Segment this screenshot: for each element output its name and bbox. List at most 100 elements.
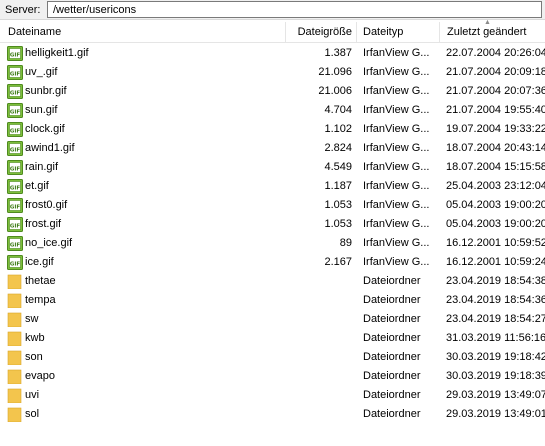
file-row[interactable]: GIF no_ice.gif 89 IrfanView G... 16.12.2001 … [0,234,545,253]
column-header-filetype[interactable]: Dateityp [357,22,440,42]
server-label: Server: [5,4,41,16]
folder-row[interactable]: thetae Dateiordner 23.04.2019 18:54:38 [0,272,545,291]
folder-icon [7,312,23,328]
file-type: Dateiordner [363,294,421,306]
file-name: evapo [25,370,55,382]
file-name: tempa [25,294,56,306]
folder-row[interactable]: sw Dateiordner 23.04.2019 18:54:27 [0,310,545,329]
file-name: sunbr.gif [25,85,67,97]
file-size: 89 [339,237,352,249]
file-name: sol [25,408,40,420]
file-name: helligkeit1.gif [25,47,89,59]
file-size: 1.102 [324,123,352,135]
file-name: ice.gif [25,256,54,268]
file-last-modified: 30.03.2019 19:18:39 [446,370,545,382]
svg-text:GIF: GIF [10,224,21,230]
gif-file-icon: GIF [7,198,23,213]
file-last-modified: 05.04.2003 19:00:20 [446,218,545,230]
folder-row[interactable]: tempa Dateiordner 23.04.2019 18:54:36 [0,291,545,310]
server-bar: Server: [0,0,545,20]
file-name: et.gif [25,180,49,192]
file-size: 21.006 [318,85,352,97]
file-size: 2.167 [324,256,352,268]
file-type: IrfanView G... [363,142,430,154]
file-size: 1.387 [324,47,352,59]
file-row[interactable]: GIF clock.gif 1.102 IrfanView G... 19.07.200… [0,120,545,139]
file-last-modified: 21.07.2004 20:09:18 [446,66,545,78]
folder-icon [7,331,23,347]
file-size: 1.053 [324,199,352,211]
file-last-modified: 25.04.2003 23:12:04 [446,180,545,192]
folder-row[interactable]: kwb Dateiordner 31.03.2019 11:56:16 [0,329,545,348]
file-last-modified: 31.03.2019 11:56:16 [446,332,545,344]
gif-file-icon: GIF [7,65,23,80]
folder-icon [7,388,23,404]
file-row[interactable]: GIF rain.gif 4.549 IrfanView G... 18.07.2004… [0,158,545,177]
file-name: frost.gif [25,218,62,230]
file-size: 2.824 [324,142,352,154]
folder-row[interactable]: sol Dateiordner 29.03.2019 13:49:01 [0,405,545,424]
file-type: IrfanView G... [363,85,430,97]
file-last-modified: 21.07.2004 20:07:36 [446,85,545,97]
file-type: Dateiordner [363,275,421,287]
remote-file-list[interactable]: GIF helligkeit1.gif 1.387 IrfanView G... 22.… [0,44,545,446]
file-last-modified: 16.12.2001 10:59:52 [446,237,545,249]
file-type: IrfanView G... [363,180,430,192]
file-name: frost0.gif [25,199,68,211]
column-header-filesize[interactable]: Dateigröße [286,22,357,42]
file-size: 1.187 [324,180,352,192]
file-type: IrfanView G... [363,256,430,268]
file-last-modified: 19.07.2004 19:33:22 [446,123,545,135]
file-row[interactable]: GIF sunbr.gif 21.006 IrfanView G... 21.07.20… [0,82,545,101]
column-header-filename[interactable]: Dateiname [0,22,286,42]
file-row[interactable]: GIF ice.gif 2.167 IrfanView G... 16.12.2001 … [0,253,545,272]
gif-file-icon: GIF [7,217,23,232]
file-last-modified: 16.12.2001 10:59:24 [446,256,545,268]
file-type: IrfanView G... [363,199,430,211]
gif-file-icon: GIF [7,160,23,175]
gif-file-icon: GIF [7,122,23,137]
file-name: kwb [25,332,45,344]
file-type: Dateiordner [363,351,421,363]
file-type: Dateiordner [363,313,421,325]
file-name: sw [25,313,39,325]
svg-text:GIF: GIF [10,53,21,59]
file-row[interactable]: GIF helligkeit1.gif 1.387 IrfanView G... 22.… [0,44,545,63]
svg-text:GIF: GIF [10,72,21,78]
file-size: 4.549 [324,161,352,173]
file-row[interactable]: GIF sun.gif 4.704 IrfanView G... 21.07.2004 … [0,101,545,120]
folder-icon [7,407,23,423]
svg-text:GIF: GIF [10,262,21,268]
file-type: IrfanView G... [363,161,430,173]
svg-text:GIF: GIF [10,129,21,135]
file-row[interactable]: GIF uv_.gif 21.096 IrfanView G... 21.07.2004… [0,63,545,82]
file-name: awind1.gif [25,142,75,154]
file-type: IrfanView G... [363,47,430,59]
file-row[interactable]: GIF frost0.gif 1.053 IrfanView G... 05.04.20… [0,196,545,215]
file-row[interactable]: GIF frost.gif 1.053 IrfanView G... 05.04.200… [0,215,545,234]
file-row[interactable]: GIF awind1.gif 2.824 IrfanView G... 18.07.20… [0,139,545,158]
folder-icon [7,369,23,385]
remote-path-input[interactable] [47,1,542,18]
gif-file-icon: GIF [7,103,23,118]
folder-icon [7,274,23,290]
svg-text:GIF: GIF [10,205,21,211]
file-last-modified: 23.04.2019 18:54:36 [446,294,545,306]
gif-file-icon: GIF [7,141,23,156]
file-type: IrfanView G... [363,104,430,116]
file-name: uv_.gif [25,66,58,78]
svg-text:GIF: GIF [10,243,21,249]
file-size: 21.096 [318,66,352,78]
file-last-modified: 23.04.2019 18:54:27 [446,313,545,325]
file-row[interactable]: GIF et.gif 1.187 IrfanView G... 25.04.2003 2… [0,177,545,196]
file-name: sun.gif [25,104,58,116]
gif-file-icon: GIF [7,84,23,99]
folder-row[interactable]: son Dateiordner 30.03.2019 19:18:42 [0,348,545,367]
gif-file-icon: GIF [7,179,23,194]
file-type: IrfanView G... [363,218,430,230]
folder-row[interactable]: evapo Dateiordner 30.03.2019 19:18:39 [0,367,545,386]
file-type: Dateiordner [363,332,421,344]
folder-row[interactable]: uvi Dateiordner 29.03.2019 13:49:07 [0,386,545,405]
file-name: clock.gif [25,123,65,135]
column-header-last-modified[interactable]: Zuletzt geändert [440,22,545,42]
